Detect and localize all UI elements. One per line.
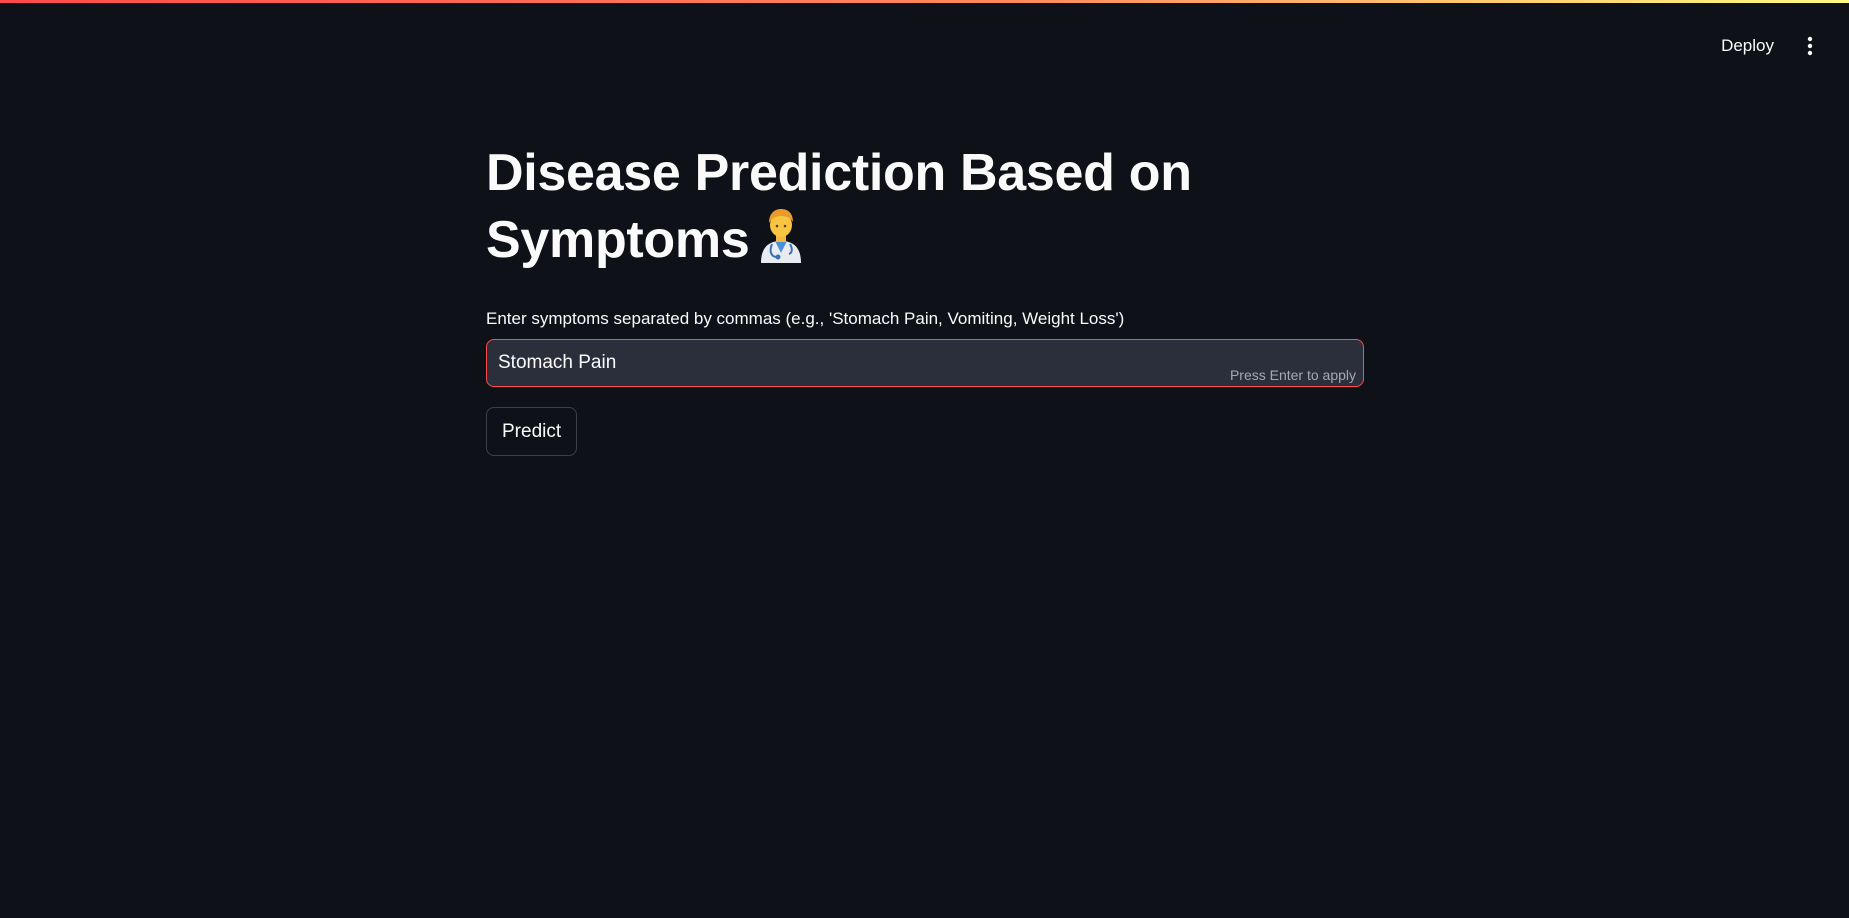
page-title-text: Disease Prediction Based on Symptoms — [486, 144, 1192, 269]
main-content: Disease Prediction Based on Symptoms Ent… — [486, 140, 1366, 456]
predict-button[interactable]: Predict — [486, 407, 578, 456]
deploy-button[interactable]: Deploy — [1709, 30, 1786, 62]
main-menu-button[interactable] — [1795, 30, 1825, 62]
symptoms-input-container: Press Enter to apply — [486, 339, 1364, 387]
health-worker-icon — [755, 207, 807, 280]
app-header: Deploy — [0, 0, 1849, 90]
page-title: Disease Prediction Based on Symptoms — [486, 140, 1366, 280]
input-hint: Press Enter to apply — [1229, 367, 1356, 383]
more-vertical-icon — [1807, 36, 1813, 56]
symptoms-input-label: Enter symptoms separated by commas (e.g.… — [486, 309, 1125, 328]
